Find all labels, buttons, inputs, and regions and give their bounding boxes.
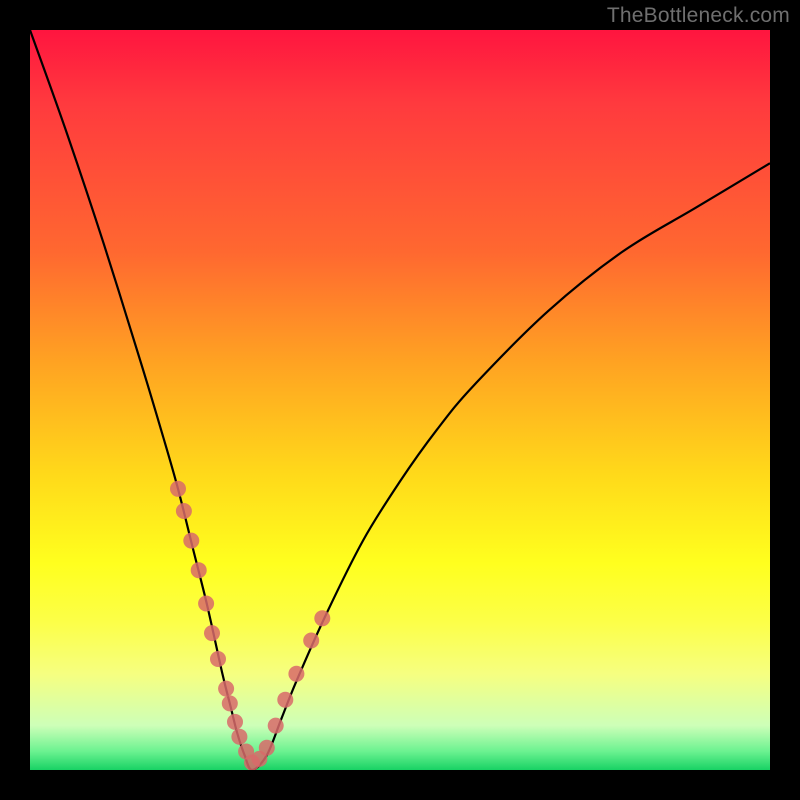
watermark-text: TheBottleneck.com [607, 4, 790, 28]
bottleneck-curve [30, 30, 770, 770]
marker-dot [210, 651, 226, 667]
marker-dot [277, 692, 293, 708]
marker-dot [176, 503, 192, 519]
marker-dot [288, 666, 304, 682]
marker-dot [170, 481, 186, 497]
marker-dot [259, 740, 275, 756]
marker-dot [183, 533, 199, 549]
marker-dot [222, 695, 238, 711]
plot-area [30, 30, 770, 770]
chart-svg [30, 30, 770, 770]
marker-dot [314, 610, 330, 626]
marker-dot [231, 729, 247, 745]
marker-dot [191, 562, 207, 578]
marker-dot [218, 681, 234, 697]
marker-dot [204, 625, 220, 641]
marker-dot [227, 714, 243, 730]
marker-dot [303, 633, 319, 649]
chart-frame: TheBottleneck.com [0, 0, 800, 800]
observed-points [170, 481, 330, 770]
marker-dot [268, 718, 284, 734]
marker-dot [198, 596, 214, 612]
